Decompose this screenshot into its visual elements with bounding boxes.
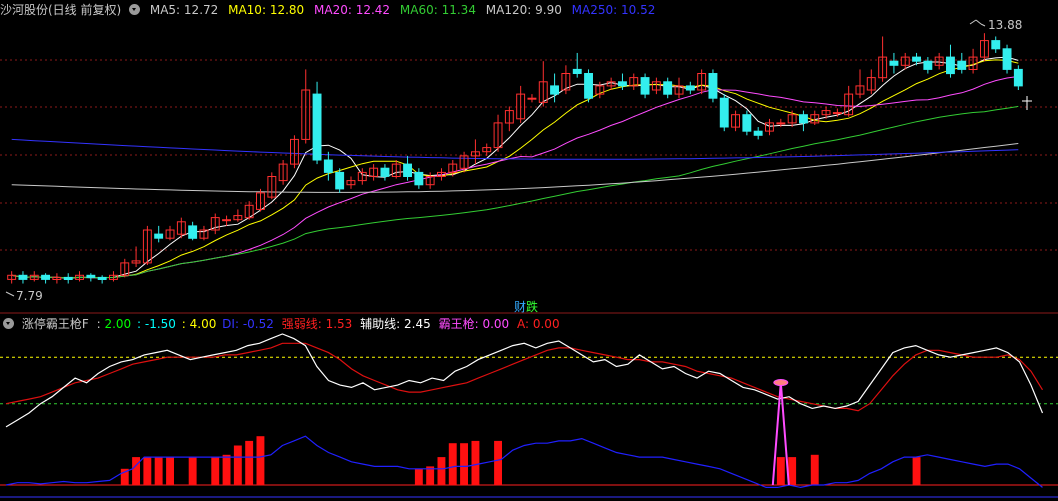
candle-down: [188, 225, 198, 239]
candle-down: [640, 77, 650, 95]
indicator-bar: [256, 436, 265, 485]
candle-down: [912, 56, 921, 62]
candle-down: [957, 60, 967, 70]
sub-header: 涨停霸王枪F : 2.00 : -1.50 : 4.00 DI: -0.52 强…: [0, 316, 564, 332]
candle-down: [97, 276, 107, 280]
candle-down: [323, 159, 333, 173]
candle-down: [550, 85, 559, 95]
indicator-bar: [494, 440, 502, 485]
candlestick-chart[interactable]: 13.88 7.79: [0, 0, 1058, 501]
indicator-bars: [120, 436, 921, 486]
sub-item-di: DI: -0.52: [222, 317, 274, 331]
sub-item-spear: 霸王枪: 0.00: [438, 317, 510, 331]
sub-item-aux: 辅助线: 2.45: [360, 317, 431, 331]
candle-down: [335, 171, 345, 190]
candles: [7, 33, 1023, 284]
indicator-bar: [776, 457, 785, 485]
candle-up: [527, 97, 537, 100]
price-markers: 13.88 7.79: [5, 18, 1032, 303]
candle-down: [685, 85, 695, 91]
candle-down: [380, 167, 390, 177]
indicator-bar: [912, 457, 921, 485]
indicator-bar: [166, 457, 174, 485]
candle-down: [572, 68, 582, 75]
indicator-bar: [245, 440, 254, 485]
indicator-bar: [154, 457, 163, 485]
sub-item-strength: 强弱线: 1.53: [281, 317, 353, 331]
candle-down: [946, 56, 955, 75]
ma250-line: [11, 138, 1019, 160]
indicator-bar: [188, 457, 197, 485]
indicator-bar: [460, 443, 468, 485]
candle-down: [889, 60, 899, 66]
indicator-bar: [233, 445, 242, 485]
candle-down: [18, 274, 28, 280]
candle-down: [663, 81, 673, 95]
candle-down: [41, 274, 50, 280]
candle-down: [154, 233, 164, 239]
chevron-down-icon[interactable]: [3, 318, 14, 329]
candle-down: [584, 73, 593, 99]
candle-down: [708, 73, 718, 99]
candle-down: [86, 274, 96, 278]
indicator-bar: [810, 454, 819, 485]
candle-down: [63, 276, 73, 280]
candle-down: [1013, 68, 1023, 87]
indicator-bar: [414, 468, 423, 486]
indicator-bar: [222, 454, 231, 485]
ma10-line: [11, 59, 1019, 279]
indicator-bar: [471, 440, 480, 485]
candle-up: [776, 122, 786, 125]
candle-up: [832, 112, 842, 115]
sub-item-1: : -1.50: [136, 317, 176, 331]
indicator-bar: [132, 457, 140, 485]
candle-down: [742, 114, 752, 132]
aux-line: [5, 333, 1044, 428]
finance-marker[interactable]: 财跌: [514, 298, 538, 315]
candle-down: [618, 81, 627, 87]
low-price-label: 7.79: [16, 289, 43, 303]
candle-down: [312, 93, 322, 161]
sub-item-0: : 2.00: [96, 317, 132, 331]
candle-down: [991, 40, 1001, 50]
indicator-bar: [448, 443, 457, 485]
candle-down: [719, 97, 729, 128]
indicator-bar: [211, 457, 220, 485]
sub-item-2: : 4.00: [181, 317, 217, 331]
grid-lines: [0, 59, 1058, 251]
candle-down: [753, 130, 763, 136]
candle-down: [923, 60, 933, 70]
indicator-bar: [143, 457, 152, 485]
high-price-label: 13.88: [988, 18, 1022, 32]
candle-down: [414, 171, 424, 186]
sub-item-a: A: 0.00: [516, 317, 560, 331]
candle-down: [403, 163, 413, 178]
indicator-bar: [437, 457, 446, 485]
ma120-line: [11, 143, 1019, 193]
candle-up: [222, 219, 232, 222]
candle-down: [799, 114, 808, 124]
sub-title: 涨停霸王枪F: [21, 317, 89, 331]
candle-down: [1002, 48, 1012, 70]
strength-line: [5, 342, 1044, 412]
spear-tip: [773, 379, 789, 387]
